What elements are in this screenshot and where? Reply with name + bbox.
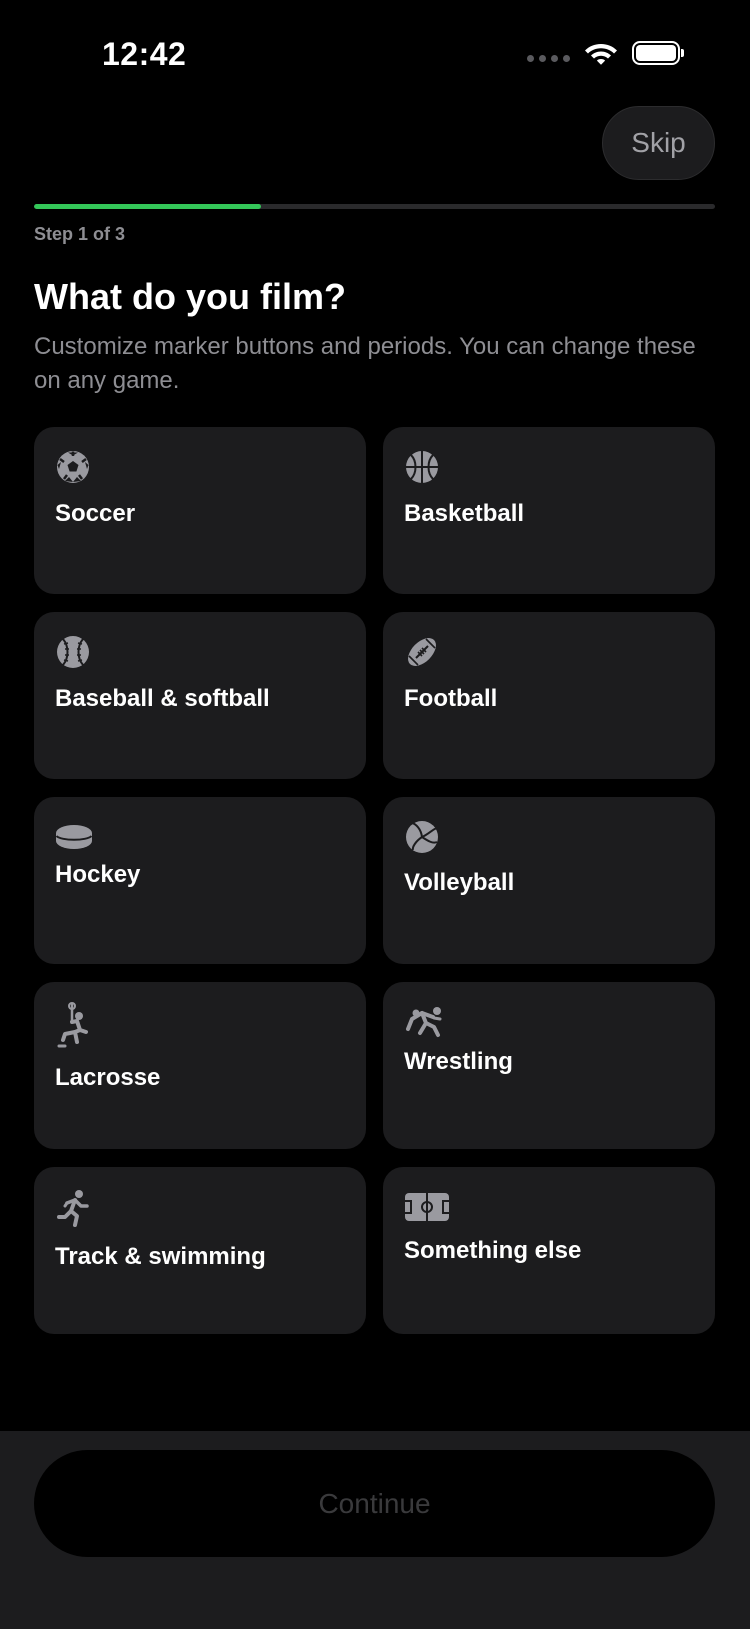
sport-label-hockey: Hockey	[55, 861, 141, 888]
sport-label-something-else: Something else	[404, 1237, 582, 1264]
sport-card-football[interactable]: Football	[383, 612, 715, 779]
sport-card-soccer[interactable]: Soccer	[34, 427, 366, 594]
continue-button[interactable]: Continue	[34, 1450, 715, 1557]
sport-label-baseball-softball: Baseball & softball	[55, 685, 270, 712]
sport-label-track-swimming: Track & swimming	[55, 1243, 266, 1270]
sport-card-basketball[interactable]: Basketball	[383, 427, 715, 594]
progress-fill	[34, 204, 261, 209]
basketball-icon	[404, 449, 440, 485]
page-subtitle: Customize marker buttons and periods. Yo…	[34, 333, 696, 394]
status-bar: 12:42	[0, 0, 750, 110]
status-icons	[527, 40, 684, 66]
sport-card-wrestling[interactable]: Wrestling	[383, 982, 715, 1149]
hockey-puck-icon	[55, 819, 93, 855]
baseball-icon	[55, 634, 91, 670]
sport-card-baseball-softball[interactable]: Baseball & softball	[34, 612, 366, 779]
sport-label-soccer: Soccer	[55, 500, 136, 527]
step-label: Step 1 of 3	[34, 224, 126, 244]
sport-card-something-else[interactable]: Something else	[383, 1167, 715, 1334]
wifi-icon	[585, 44, 617, 65]
sport-label-volleyball: Volleyball	[404, 869, 515, 896]
sport-card-hockey[interactable]: Hockey	[34, 797, 366, 964]
soccer-ball-icon	[55, 449, 91, 485]
sport-label-wrestling: Wrestling	[404, 1048, 513, 1075]
runner-icon	[55, 1189, 91, 1229]
battery-icon	[632, 41, 684, 65]
field-icon	[404, 1189, 450, 1225]
sport-label-basketball: Basketball	[404, 500, 525, 527]
sport-card-track-swimming[interactable]: Track & swimming	[34, 1167, 366, 1334]
progress-bar	[34, 204, 715, 209]
sport-label-football: Football	[404, 685, 498, 712]
volleyball-icon	[404, 819, 440, 855]
lacrosse-player-icon	[55, 1002, 91, 1048]
sport-label-lacrosse: Lacrosse	[55, 1064, 161, 1091]
football-icon	[404, 634, 440, 670]
skip-button[interactable]: Skip	[602, 106, 715, 180]
sport-grid: Soccer Basketball Baseball & softball Fo…	[34, 427, 715, 1334]
wrestling-icon	[404, 1004, 444, 1040]
sport-card-volleyball[interactable]: Volleyball	[383, 797, 715, 964]
page-title: What do you film?	[34, 276, 346, 317]
sport-card-lacrosse[interactable]: Lacrosse	[34, 982, 366, 1149]
status-time: 12:42	[102, 36, 187, 72]
cellular-signal-icon	[527, 54, 570, 62]
